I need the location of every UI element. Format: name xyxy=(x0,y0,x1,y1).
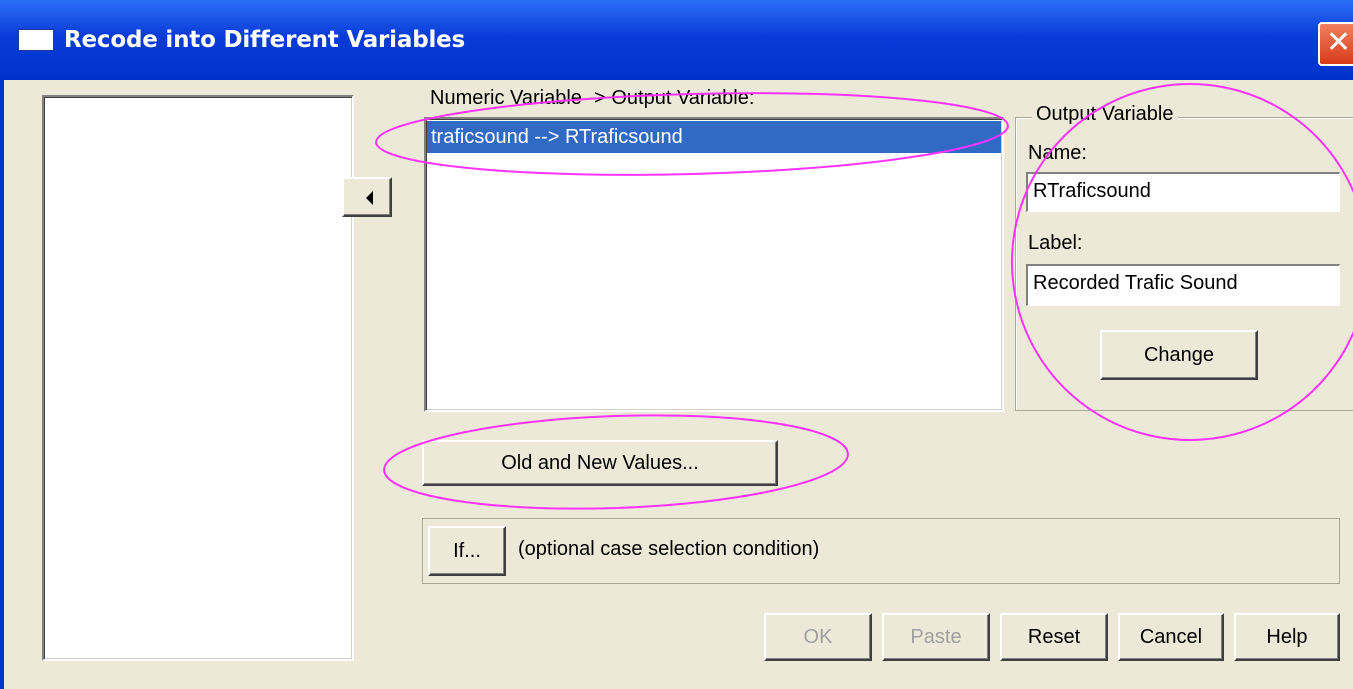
label-label: Label: xyxy=(1028,232,1083,254)
help-button[interactable]: Help xyxy=(1234,613,1340,661)
old-and-new-values-button[interactable]: Old and New Values... xyxy=(422,440,778,486)
source-variable-list[interactable] xyxy=(42,95,354,661)
cancel-button[interactable]: Cancel xyxy=(1118,613,1224,661)
close-button[interactable]: ✕ xyxy=(1318,22,1353,66)
title-bar[interactable]: Recode into Different Variables ✕ xyxy=(0,0,1353,80)
if-condition-text: (optional case selection condition) xyxy=(518,538,820,560)
output-name-field[interactable]: RTraficsound xyxy=(1026,172,1340,212)
window-title: Recode into Different Variables xyxy=(64,27,466,53)
move-variable-button[interactable] xyxy=(342,177,392,217)
ok-button[interactable]: OK xyxy=(764,613,872,661)
change-button[interactable]: Change xyxy=(1100,330,1258,380)
mapping-list[interactable] xyxy=(424,117,1004,412)
output-variable-legend: Output Variable xyxy=(1032,103,1178,126)
paste-button[interactable]: Paste xyxy=(882,613,990,661)
mapping-list-item-selected[interactable]: traficsound --> RTraficsound xyxy=(427,121,1001,153)
window-icon xyxy=(18,29,54,51)
window-frame xyxy=(0,80,4,689)
reset-button[interactable]: Reset xyxy=(1000,613,1108,661)
if-button[interactable]: If... xyxy=(428,526,506,576)
name-label: Name: xyxy=(1028,142,1087,164)
left-arrow-icon xyxy=(366,191,373,205)
output-label-field[interactable]: Recorded Trafic Sound xyxy=(1026,264,1340,306)
mapping-list-label: Numeric Variable -> Output Variable: xyxy=(430,87,755,109)
